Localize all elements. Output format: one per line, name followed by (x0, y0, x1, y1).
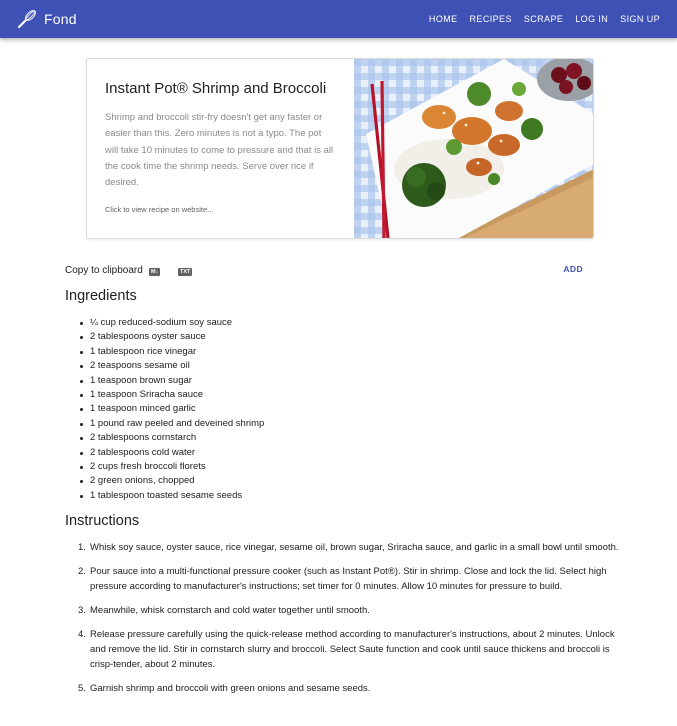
whisk-logo-icon (17, 9, 37, 29)
instruction-step: 3. Meanwhile, whisk cornstarch and cold … (78, 603, 620, 618)
ingredient-item: 1 tablespoon toasted sesame seeds (79, 489, 264, 503)
nav-scrape-link[interactable]: SCRAPE (524, 14, 563, 24)
ingredients-heading: Ingredients (65, 288, 137, 304)
step-text: Pour sauce into a multi-functional press… (90, 566, 607, 592)
step-text: Garnish shrimp and broccoli with green o… (90, 683, 371, 694)
ingredient-item: 1 pound raw peeled and deveined shrimp (79, 417, 264, 431)
ingredient-item: 1 tablespoon rice vinegar (79, 345, 264, 359)
nav-home-link[interactable]: HOME (429, 14, 458, 24)
nav-links: HOME RECIPES SCRAPE LOG IN SIGN UP (417, 0, 660, 38)
instruction-step: 5. Garnish shrimp and broccoli with gree… (78, 681, 620, 696)
step-number: 5. (78, 683, 86, 694)
step-text: Whisk soy sauce, oyster sauce, rice vine… (90, 542, 619, 553)
step-number: 3. (78, 605, 86, 616)
instruction-step: 2. Pour sauce into a multi-functional pr… (78, 564, 620, 594)
ingredient-item: 2 tablespoons cornstarch (79, 431, 264, 445)
recipe-title: Instant Pot® Shrimp and Broccoli (105, 80, 327, 97)
ingredient-item: 2 green onions, chopped (79, 474, 264, 488)
add-recipe-button[interactable]: ADD (563, 264, 583, 274)
step-number: 4. (78, 629, 86, 640)
instruction-step: 1. Whisk soy sauce, oyster sauce, rice v… (78, 540, 620, 555)
ingredient-item: 1 teaspoon brown sugar (79, 374, 264, 388)
ingredient-item: 2 tablespoons oyster sauce (79, 330, 264, 344)
step-number: 2. (78, 566, 86, 577)
ingredient-item: 2 cups fresh broccoli florets (79, 460, 264, 474)
step-text: Meanwhile, whisk cornstarch and cold wat… (90, 605, 370, 616)
nav-login-link[interactable]: LOG IN (575, 14, 608, 24)
nav-signup-link[interactable]: SIGN UP (620, 14, 660, 24)
ingredient-item: 1 teaspoon minced garlic (79, 402, 264, 416)
brand-name: Fond (44, 11, 77, 27)
recipe-card: Instant Pot® Shrimp and Broccoli Shrimp … (86, 58, 594, 239)
copy-text-button[interactable]: TXT (178, 268, 193, 276)
instruction-step: 4. Release pressure carefully using the … (78, 627, 620, 672)
instructions-list: 1. Whisk soy sauce, oyster sauce, rice v… (78, 540, 620, 705)
ingredient-item: 2 teaspoons sesame oil (79, 359, 264, 373)
recipe-description: Shrimp and broccoli stir-fry doesn't get… (105, 112, 334, 189)
top-navbar: Fond HOME RECIPES SCRAPE LOG IN SIGN UP (0, 0, 677, 38)
brand-link[interactable]: Fond (16, 8, 77, 30)
nav-recipes-link[interactable]: RECIPES (470, 14, 512, 24)
ingredient-item: ¼ cup reduced-sodium soy sauce (79, 316, 264, 330)
ingredients-list: ¼ cup reduced-sodium soy sauce 2 tablesp… (79, 316, 264, 503)
copy-toolbar: Copy to clipboard M↓ TXT ADD (65, 264, 585, 280)
instructions-heading: Instructions (65, 513, 140, 529)
copy-markdown-button[interactable]: M↓ (149, 268, 161, 276)
recipe-card-body: Instant Pot® Shrimp and Broccoli Shrimp … (87, 59, 354, 238)
step-text: Release pressure carefully using the qui… (90, 629, 615, 670)
view-recipe-link[interactable]: Click to view recipe on website... (105, 205, 336, 214)
copy-to-clipboard-label: Copy to clipboard (65, 265, 143, 276)
ingredient-item: 1 teaspoon Sriracha sauce (79, 388, 264, 402)
ingredient-item: 2 tablespoons cold water (79, 446, 264, 460)
recipe-photo (354, 59, 593, 238)
step-number: 1. (78, 542, 86, 553)
